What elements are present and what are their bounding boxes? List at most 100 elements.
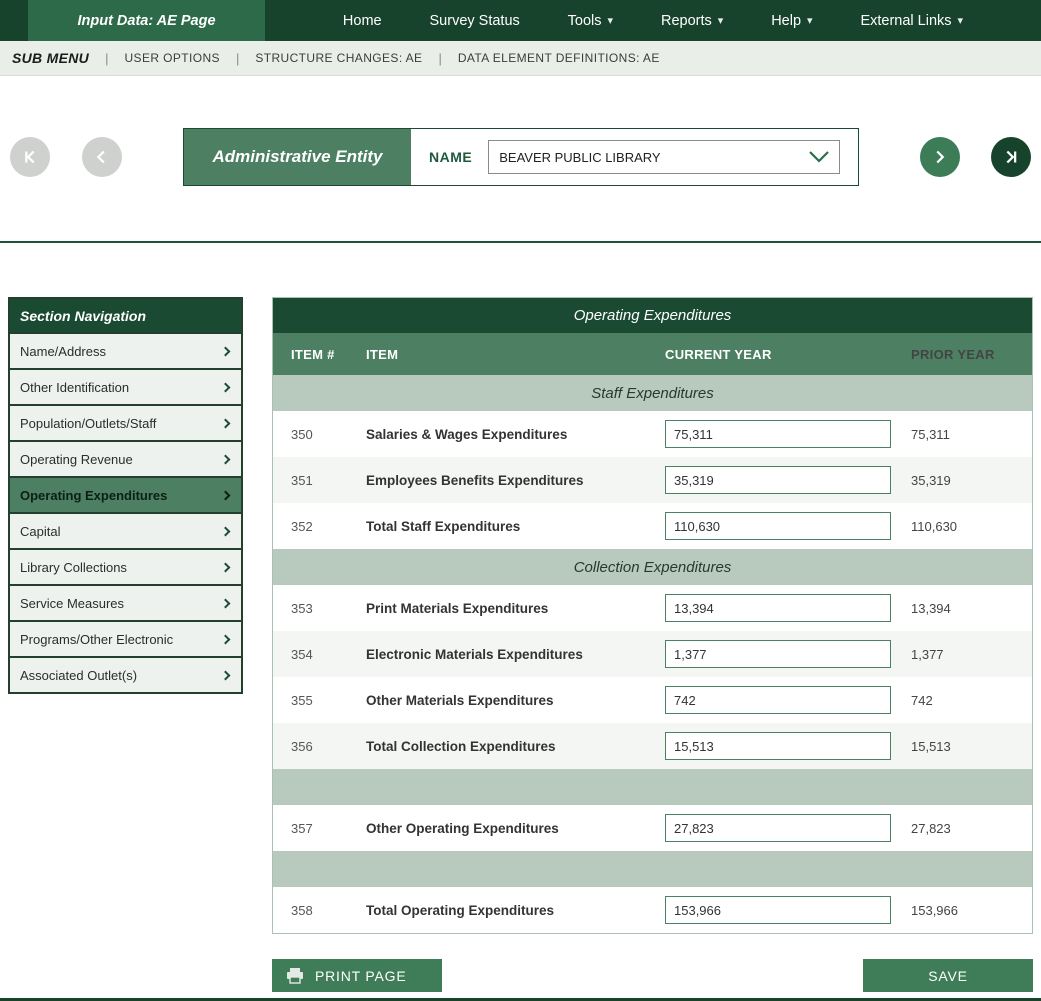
col-item-number: ITEM #: [273, 347, 366, 362]
ae-name-selected-value: BEAVER PUBLIC LIBRARY: [499, 150, 660, 165]
section-band-empty: [273, 769, 1032, 805]
sidebar-item-library-collections[interactable]: Library Collections: [10, 550, 241, 584]
next-record-icon: [929, 146, 951, 168]
ae-name-select[interactable]: BEAVER PUBLIC LIBRARY: [488, 140, 840, 174]
topnav-menu: Home Survey Status Tools ▾ Reports ▾ Hel…: [265, 0, 1041, 41]
item-label: Other Materials Expenditures: [366, 693, 665, 708]
item-number: 358: [273, 903, 366, 918]
first-record-icon: [19, 146, 41, 168]
item-label: Salaries & Wages Expenditures: [366, 427, 665, 442]
current-year-input-354[interactable]: [665, 640, 891, 668]
caret-down-icon: ▾: [807, 14, 813, 27]
table-row: 356 Total Collection Expenditures 15,513: [273, 723, 1032, 769]
table-row: 358 Total Operating Expenditures 153,966: [273, 887, 1032, 933]
chevron-right-icon: [221, 418, 231, 428]
sidebar-item-name-address[interactable]: Name/Address: [10, 334, 241, 368]
prior-year-value: 15,513: [911, 739, 1032, 754]
previous-record-icon: [91, 146, 113, 168]
section-band-empty: [273, 851, 1032, 887]
current-year-input-356[interactable]: [665, 732, 891, 760]
submenu-structure-changes[interactable]: STRUCTURE CHANGES: AE: [255, 51, 422, 65]
section-band-staff: Staff Expenditures: [273, 375, 1032, 411]
button-row: PRINT PAGE SAVE: [272, 959, 1033, 992]
caret-down-icon: ▾: [718, 14, 724, 27]
chevron-right-icon: [221, 634, 231, 644]
item-number: 353: [273, 601, 366, 616]
table-row: 350 Salaries & Wages Expenditures 75,311: [273, 411, 1032, 457]
nav-home[interactable]: Home: [343, 13, 382, 29]
chevron-right-icon: [221, 562, 231, 572]
current-year-input-352[interactable]: [665, 512, 891, 540]
current-year-input-358[interactable]: [665, 896, 891, 924]
caret-down-icon: ▾: [608, 14, 614, 27]
current-year-input-357[interactable]: [665, 814, 891, 842]
entity-header-bar: Administrative Entity NAME BEAVER PUBLIC…: [0, 128, 1041, 186]
item-label: Print Materials Expenditures: [366, 601, 665, 616]
prior-year-value: 75,311: [911, 427, 1032, 442]
sidebar-item-associated-outlets[interactable]: Associated Outlet(s): [10, 658, 241, 692]
next-record-button[interactable]: [920, 137, 960, 177]
item-number: 356: [273, 739, 366, 754]
item-label: Total Operating Expenditures: [366, 903, 665, 918]
content: Section Navigation Name/Address Other Id…: [0, 297, 1041, 992]
page: Input Data: AE Page Home Survey Status T…: [0, 0, 1041, 1001]
item-number: 351: [273, 473, 366, 488]
item-label: Total Staff Expenditures: [366, 519, 665, 534]
print-page-label: PRINT PAGE: [315, 968, 407, 984]
current-year-input-355[interactable]: [665, 686, 891, 714]
operating-expenditures-table: Operating Expenditures ITEM # ITEM CURRE…: [272, 297, 1033, 934]
entity-box: Administrative Entity NAME BEAVER PUBLIC…: [183, 128, 859, 186]
sidebar-item-programs-other-electronic[interactable]: Programs/Other Electronic: [10, 622, 241, 656]
sub-menu: SUB MENU | USER OPTIONS | STRUCTURE CHAN…: [0, 41, 1041, 76]
current-year-input-353[interactable]: [665, 594, 891, 622]
save-label: SAVE: [928, 968, 968, 984]
topnav-active-tab[interactable]: Input Data: AE Page: [28, 0, 265, 41]
current-year-input-350[interactable]: [665, 420, 891, 448]
col-current-year: CURRENT YEAR: [665, 347, 911, 362]
last-record-icon: [1000, 146, 1022, 168]
sidebar-item-operating-expenditures[interactable]: Operating Expenditures: [10, 478, 241, 512]
nav-external-links[interactable]: External Links ▾: [860, 13, 963, 29]
item-number: 354: [273, 647, 366, 662]
nav-reports[interactable]: Reports ▾: [661, 13, 723, 29]
last-record-button[interactable]: [991, 137, 1031, 177]
col-prior-year: PRIOR YEAR: [911, 347, 1032, 362]
table-row: 353 Print Materials Expenditures 13,394: [273, 585, 1032, 631]
prior-year-value: 1,377: [911, 647, 1032, 662]
sidebar-item-other-identification[interactable]: Other Identification: [10, 370, 241, 404]
current-year-input-351[interactable]: [665, 466, 891, 494]
nav-help[interactable]: Help ▾: [771, 13, 812, 29]
divider: |: [105, 51, 108, 66]
table-row: 357 Other Operating Expenditures 27,823: [273, 805, 1032, 851]
submenu-user-options[interactable]: USER OPTIONS: [124, 51, 219, 65]
printer-icon: [286, 968, 304, 984]
sidebar-item-capital[interactable]: Capital: [10, 514, 241, 548]
chevron-right-icon: [221, 454, 231, 464]
nav-tools[interactable]: Tools ▾: [568, 13, 613, 29]
table-header-row: ITEM # ITEM CURRENT YEAR PRIOR YEAR: [273, 333, 1032, 375]
item-number: 350: [273, 427, 366, 442]
sidebar-title: Section Navigation: [10, 299, 241, 332]
save-button[interactable]: SAVE: [863, 959, 1033, 992]
item-label: Electronic Materials Expenditures: [366, 647, 665, 662]
sidebar-item-population-outlets-staff[interactable]: Population/Outlets/Staff: [10, 406, 241, 440]
previous-record-button[interactable]: [82, 137, 122, 177]
submenu-data-element-definitions[interactable]: DATA ELEMENT DEFINITIONS: AE: [458, 51, 660, 65]
prior-year-value: 153,966: [911, 903, 1032, 918]
chevron-right-icon: [221, 490, 231, 500]
chevron-right-icon: [221, 598, 231, 608]
first-record-button[interactable]: [10, 137, 50, 177]
entity-type-label: Administrative Entity: [184, 129, 411, 185]
entity-name-area: NAME BEAVER PUBLIC LIBRARY: [411, 129, 858, 185]
divider: |: [438, 51, 441, 66]
divider: |: [236, 51, 239, 66]
nav-survey-status[interactable]: Survey Status: [430, 13, 520, 29]
item-number: 357: [273, 821, 366, 836]
print-page-button[interactable]: PRINT PAGE: [272, 959, 442, 992]
chevron-down-icon: [807, 150, 831, 164]
item-label: Total Collection Expenditures: [366, 739, 665, 754]
item-number: 352: [273, 519, 366, 534]
sidebar-item-service-measures[interactable]: Service Measures: [10, 586, 241, 620]
sidebar-item-operating-revenue[interactable]: Operating Revenue: [10, 442, 241, 476]
topnav-active-tab-label: Input Data: AE Page: [77, 13, 215, 29]
